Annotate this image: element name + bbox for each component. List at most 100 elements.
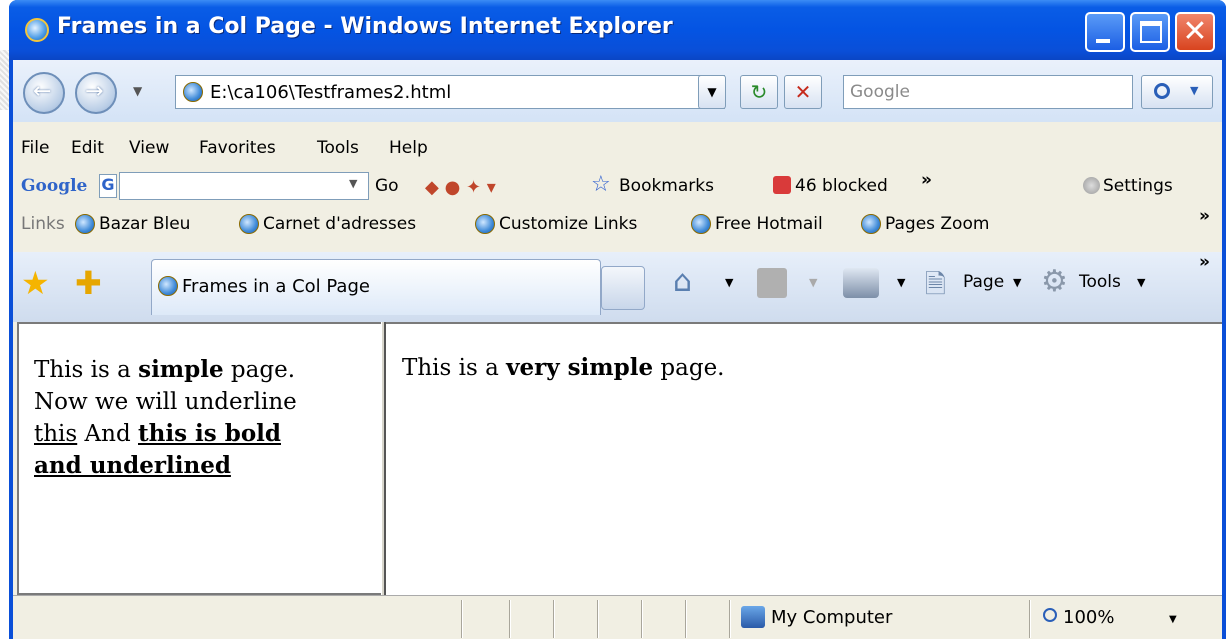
minimize-button[interactable] — [1085, 12, 1125, 52]
page-menu-button[interactable]: Page — [963, 272, 1004, 292]
link-ie-icon — [691, 214, 711, 234]
address-field[interactable]: E:\ca106\Testframes2.html — [175, 75, 725, 109]
tools-gear-icon: ⚙ — [1041, 264, 1068, 299]
page-ie-icon — [183, 82, 203, 102]
link-label: Pages Zoom — [885, 214, 990, 234]
link-bazar-bleu[interactable]: Bazar Bleu — [75, 214, 190, 234]
link-ie-icon — [75, 214, 95, 234]
page-icon: 🗎 — [925, 270, 946, 300]
toolbar-tool-icons[interactable]: ◆ ● ✦ ▾ — [425, 177, 496, 198]
tab-active[interactable]: Frames in a Col Page — [151, 259, 601, 315]
status-divider — [729, 600, 731, 638]
back-button[interactable]: ← — [23, 72, 65, 114]
page-dropdown-icon[interactable]: ▼ — [1013, 276, 1021, 289]
zoom-dropdown-icon[interactable]: ▼ — [1169, 614, 1177, 625]
forward-arrow-icon: → — [85, 79, 104, 104]
address-dropdown-button[interactable]: ▼ — [698, 75, 726, 109]
left-frame-text: This is a simple page. Now we will under… — [34, 354, 334, 482]
bookmarks-star-icon: ☆ — [591, 172, 611, 197]
feeds-icon[interactable] — [757, 268, 787, 298]
address-bar-row: ← → ▼ E:\ca106\Testframes2.html ▼ ↻ ✕ Go… — [13, 60, 1222, 122]
zoom-level[interactable]: 100% — [1063, 607, 1114, 628]
google-go-button[interactable]: Go — [375, 176, 399, 196]
tab-title: Frames in a Col Page — [182, 276, 370, 297]
menu-tools[interactable]: Tools — [317, 138, 359, 158]
feeds-dropdown-icon[interactable]: ▼ — [809, 276, 817, 289]
search-icon — [1154, 83, 1170, 99]
computer-icon — [741, 606, 765, 628]
print-dropdown-icon[interactable]: ▼ — [897, 276, 905, 289]
menu-file[interactable]: File — [21, 138, 49, 158]
menu-edit[interactable]: Edit — [71, 138, 104, 158]
right-frame-text: This is a very simple page. — [402, 352, 725, 384]
add-favorite-icon[interactable]: ✚ — [75, 264, 102, 302]
status-divider — [509, 600, 511, 638]
home-dropdown-icon[interactable]: ▼ — [725, 276, 733, 289]
left-bold-simple: simple — [138, 356, 224, 383]
home-icon[interactable]: ⌂ — [673, 264, 692, 299]
left-frame: This is a simple page. Now we will under… — [17, 322, 381, 595]
menu-favorites[interactable]: Favorites — [199, 138, 276, 158]
close-icon: ✕ — [1182, 14, 1208, 49]
google-g-icon[interactable]: G — [99, 174, 117, 198]
link-pages-zoom[interactable]: Pages Zoom — [861, 214, 989, 234]
settings-button[interactable]: Settings — [1103, 176, 1173, 196]
status-bar: My Computer 100% ▼ — [13, 595, 1222, 639]
tab-row: ★ ✚ Frames in a Col Page ⌂ ▼ ▼ ▼ 🗎 Page … — [13, 252, 1222, 322]
left-text-1: This is a — [34, 357, 139, 383]
left-text-3: And — [77, 421, 138, 447]
favorites-star-icon[interactable]: ★ — [21, 264, 50, 302]
window-title: Frames in a Col Page - Windows Internet … — [57, 14, 673, 39]
forward-button[interactable]: → — [75, 72, 117, 114]
popups-blocked-count[interactable]: 46 blocked — [795, 176, 888, 196]
browser-window: Frames in a Col Page - Windows Internet … — [9, 0, 1226, 639]
address-url: E:\ca106\Testframes2.html — [210, 82, 452, 103]
close-button[interactable]: ✕ — [1175, 12, 1215, 52]
search-placeholder: Google — [850, 82, 910, 102]
popup-blocker-icon — [773, 176, 791, 194]
tools-menu-button[interactable]: Tools — [1079, 272, 1121, 292]
ie-logo-icon — [25, 18, 49, 42]
browser-chrome: ← → ▼ E:\ca106\Testframes2.html ▼ ↻ ✕ Go… — [13, 60, 1222, 639]
right-text-2: page. — [653, 355, 725, 381]
status-divider — [1029, 600, 1031, 638]
right-frame: This is a very simple page. — [386, 322, 1222, 595]
link-customize-links[interactable]: Customize Links — [475, 214, 637, 234]
link-carnet-adresses[interactable]: Carnet d'adresses — [239, 214, 416, 234]
google-logo: Google — [21, 176, 88, 196]
status-divider — [461, 600, 463, 638]
search-dropdown-icon: ▼ — [1190, 84, 1199, 97]
print-icon[interactable] — [843, 268, 879, 298]
desktop-edge — [0, 50, 9, 110]
new-tab-button[interactable] — [601, 266, 645, 310]
link-free-hotmail[interactable]: Free Hotmail — [691, 214, 823, 234]
search-button[interactable]: ▼ — [1141, 75, 1213, 109]
title-bar[interactable]: Frames in a Col Page - Windows Internet … — [9, 0, 1226, 60]
history-dropdown-icon[interactable]: ▼ — [133, 84, 142, 98]
minimize-icon — [1096, 39, 1110, 43]
google-dropdown-icon[interactable]: ▼ — [349, 177, 357, 190]
refresh-button[interactable]: ↻ — [740, 75, 778, 109]
tools-dropdown-icon[interactable]: ▼ — [1137, 276, 1145, 289]
status-divider — [641, 600, 643, 638]
menu-help[interactable]: Help — [389, 138, 428, 158]
link-ie-icon — [239, 214, 259, 234]
links-more[interactable]: » — [1199, 206, 1210, 226]
settings-radio-icon — [1083, 177, 1100, 194]
link-label: Bazar Bleu — [99, 214, 191, 234]
google-search-input[interactable] — [119, 172, 369, 200]
google-toolbar-more[interactable]: » — [921, 170, 932, 190]
right-bold-very-simple: very simple — [506, 354, 654, 381]
command-bar-more[interactable]: » — [1199, 252, 1210, 272]
security-zone: My Computer — [771, 607, 893, 628]
stop-button[interactable]: ✕ — [784, 75, 822, 109]
link-ie-icon — [475, 214, 495, 234]
right-text-1: This is a — [402, 355, 507, 381]
toolbars-area: File Edit View Favorites Tools Help Goog… — [13, 122, 1222, 234]
search-field[interactable]: Google — [843, 75, 1133, 109]
bookmarks-button[interactable]: Bookmarks — [619, 176, 714, 196]
maximize-button[interactable] — [1130, 12, 1170, 52]
link-label: Customize Links — [499, 214, 638, 234]
menu-view[interactable]: View — [129, 138, 169, 158]
maximize-icon — [1140, 21, 1162, 43]
